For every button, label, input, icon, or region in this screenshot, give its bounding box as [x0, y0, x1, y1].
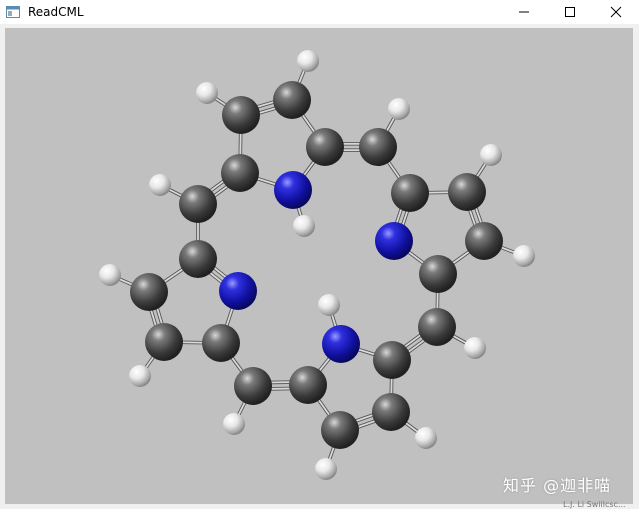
carbon-atom: [222, 96, 260, 134]
hydrogen-atom: [293, 215, 315, 237]
molecule-viewport[interactable]: [5, 28, 633, 504]
edge-text-fragment: L.J. Li Swiilcsc...: [563, 500, 626, 509]
carbon-atom: [273, 81, 311, 119]
hydrogen-atom: [99, 264, 121, 286]
minimize-button[interactable]: [501, 0, 547, 24]
hydrogen-atom: [223, 413, 245, 435]
hydrogen-atom: [297, 50, 319, 72]
hydrogen-atom: [129, 365, 151, 387]
hydrogen-atom: [196, 82, 218, 104]
maximize-button[interactable]: [547, 0, 593, 24]
carbon-atom: [179, 240, 217, 278]
watermark-text: 知乎 @迦非喵: [503, 476, 612, 495]
hydrogen-atom: [315, 458, 337, 480]
carbon-atom: [372, 393, 410, 431]
carbon-atom: [418, 308, 456, 346]
carbon-atom: [448, 173, 486, 211]
minimize-icon: [519, 11, 529, 13]
nitrogen-atom: [322, 325, 360, 363]
carbon-atom: [359, 128, 397, 166]
carbon-atom: [234, 367, 272, 405]
maximize-icon: [565, 7, 575, 17]
nitrogen-atom: [219, 272, 257, 310]
hydrogen-atom: [388, 98, 410, 120]
hydrogen-atom: [480, 144, 502, 166]
carbon-atom: [179, 185, 217, 223]
hydrogen-atom: [149, 174, 171, 196]
carbon-atom: [202, 324, 240, 362]
nitrogen-atom: [274, 171, 312, 209]
close-button[interactable]: [593, 0, 639, 24]
carbon-atom: [306, 128, 344, 166]
window-controls: [501, 0, 639, 24]
viewport-background: [5, 28, 633, 504]
carbon-atom: [221, 154, 259, 192]
carbon-atom: [145, 323, 183, 361]
carbon-atom: [391, 174, 429, 212]
window-title: ReadCML: [28, 5, 84, 19]
hydrogen-atom: [415, 427, 437, 449]
app-window: ReadCML 知乎 @迦非喵 L.J. Li Swiilcsc...: [0, 0, 639, 509]
carbon-atom: [321, 411, 359, 449]
carbon-atom: [130, 273, 168, 311]
hydrogen-atom: [513, 245, 535, 267]
title-bar[interactable]: ReadCML: [0, 0, 639, 24]
carbon-atom: [419, 255, 457, 293]
carbon-atom: [289, 366, 327, 404]
hydrogen-atom: [318, 294, 340, 316]
carbon-atom: [373, 341, 411, 379]
app-window-icon: [6, 6, 20, 18]
carbon-atom: [465, 222, 503, 260]
close-icon: [610, 6, 622, 18]
hydrogen-atom: [464, 337, 486, 359]
nitrogen-atom: [375, 222, 413, 260]
